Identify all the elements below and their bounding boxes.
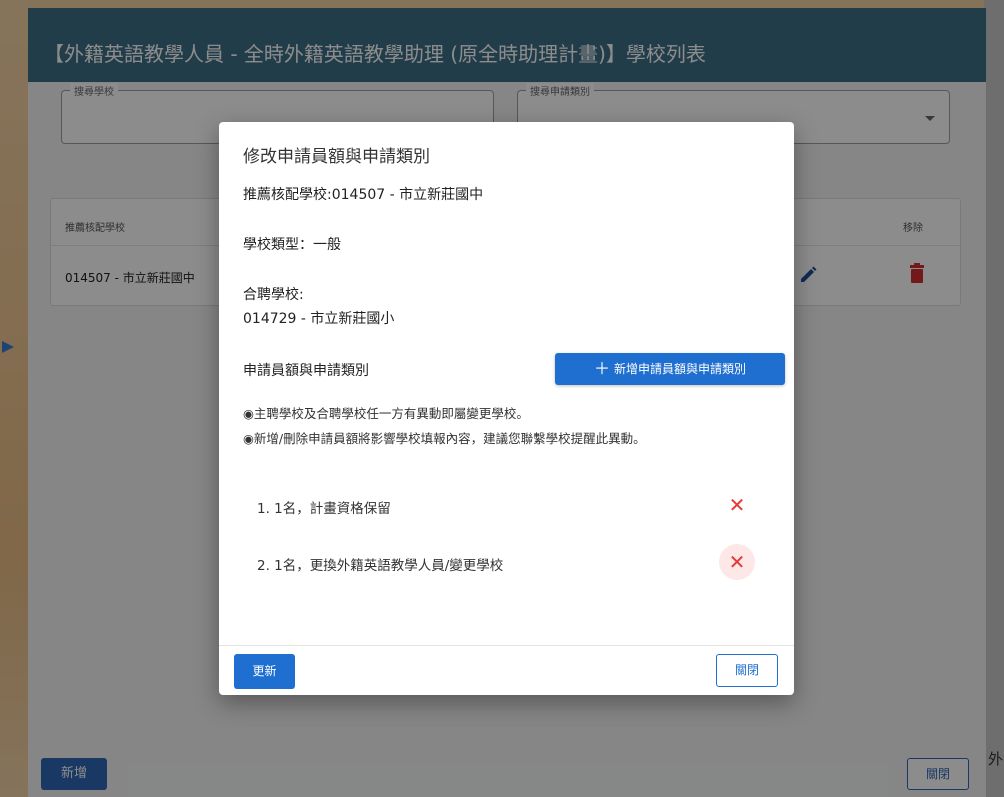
remove-item-close-icon[interactable]: ✕ — [719, 487, 755, 523]
school-type: 學校類型：一般 — [243, 237, 341, 253]
note-line-2: ◉新增/刪除申請員額將影響學校填報內容，建議您聯繫學校提醒此異動。 — [243, 431, 646, 446]
note-line-1: ◉主聘學校及合聘學校任一方有異動即屬變更學校。 — [243, 406, 529, 421]
quota-section-label: 申請員額與申請類別 — [243, 363, 369, 379]
remove-item-close-icon[interactable]: ✕ — [719, 544, 755, 580]
quota-item: 1. 1名，計畫資格保留 — [257, 501, 391, 517]
joint-school: 014729 - 市立新莊國小 — [243, 311, 395, 327]
edit-quota-modal: 修改申請員額與申請類別 推薦核配學校:014507 - 市立新莊國中 學校類型：… — [219, 122, 794, 695]
quota-item: 2. 1名，更換外籍英語教學人員/變更學校 — [257, 558, 504, 574]
modal-footer-divider — [219, 645, 794, 646]
add-quota-button[interactable]: ＋ 新增申請員額與申請類別 — [555, 353, 785, 385]
update-button[interactable]: 更新 — [234, 654, 295, 689]
add-quota-label: 新增申請員額與申請類別 — [614, 362, 747, 376]
recommended-school: 推薦核配學校:014507 - 市立新莊國中 — [243, 187, 484, 203]
close-modal-button[interactable]: 關閉 — [716, 654, 778, 687]
modal-title: 修改申請員額與申請類別 — [243, 147, 430, 167]
plus-icon: ＋ — [593, 359, 610, 378]
joint-school-label: 合聘學校: — [243, 287, 304, 303]
